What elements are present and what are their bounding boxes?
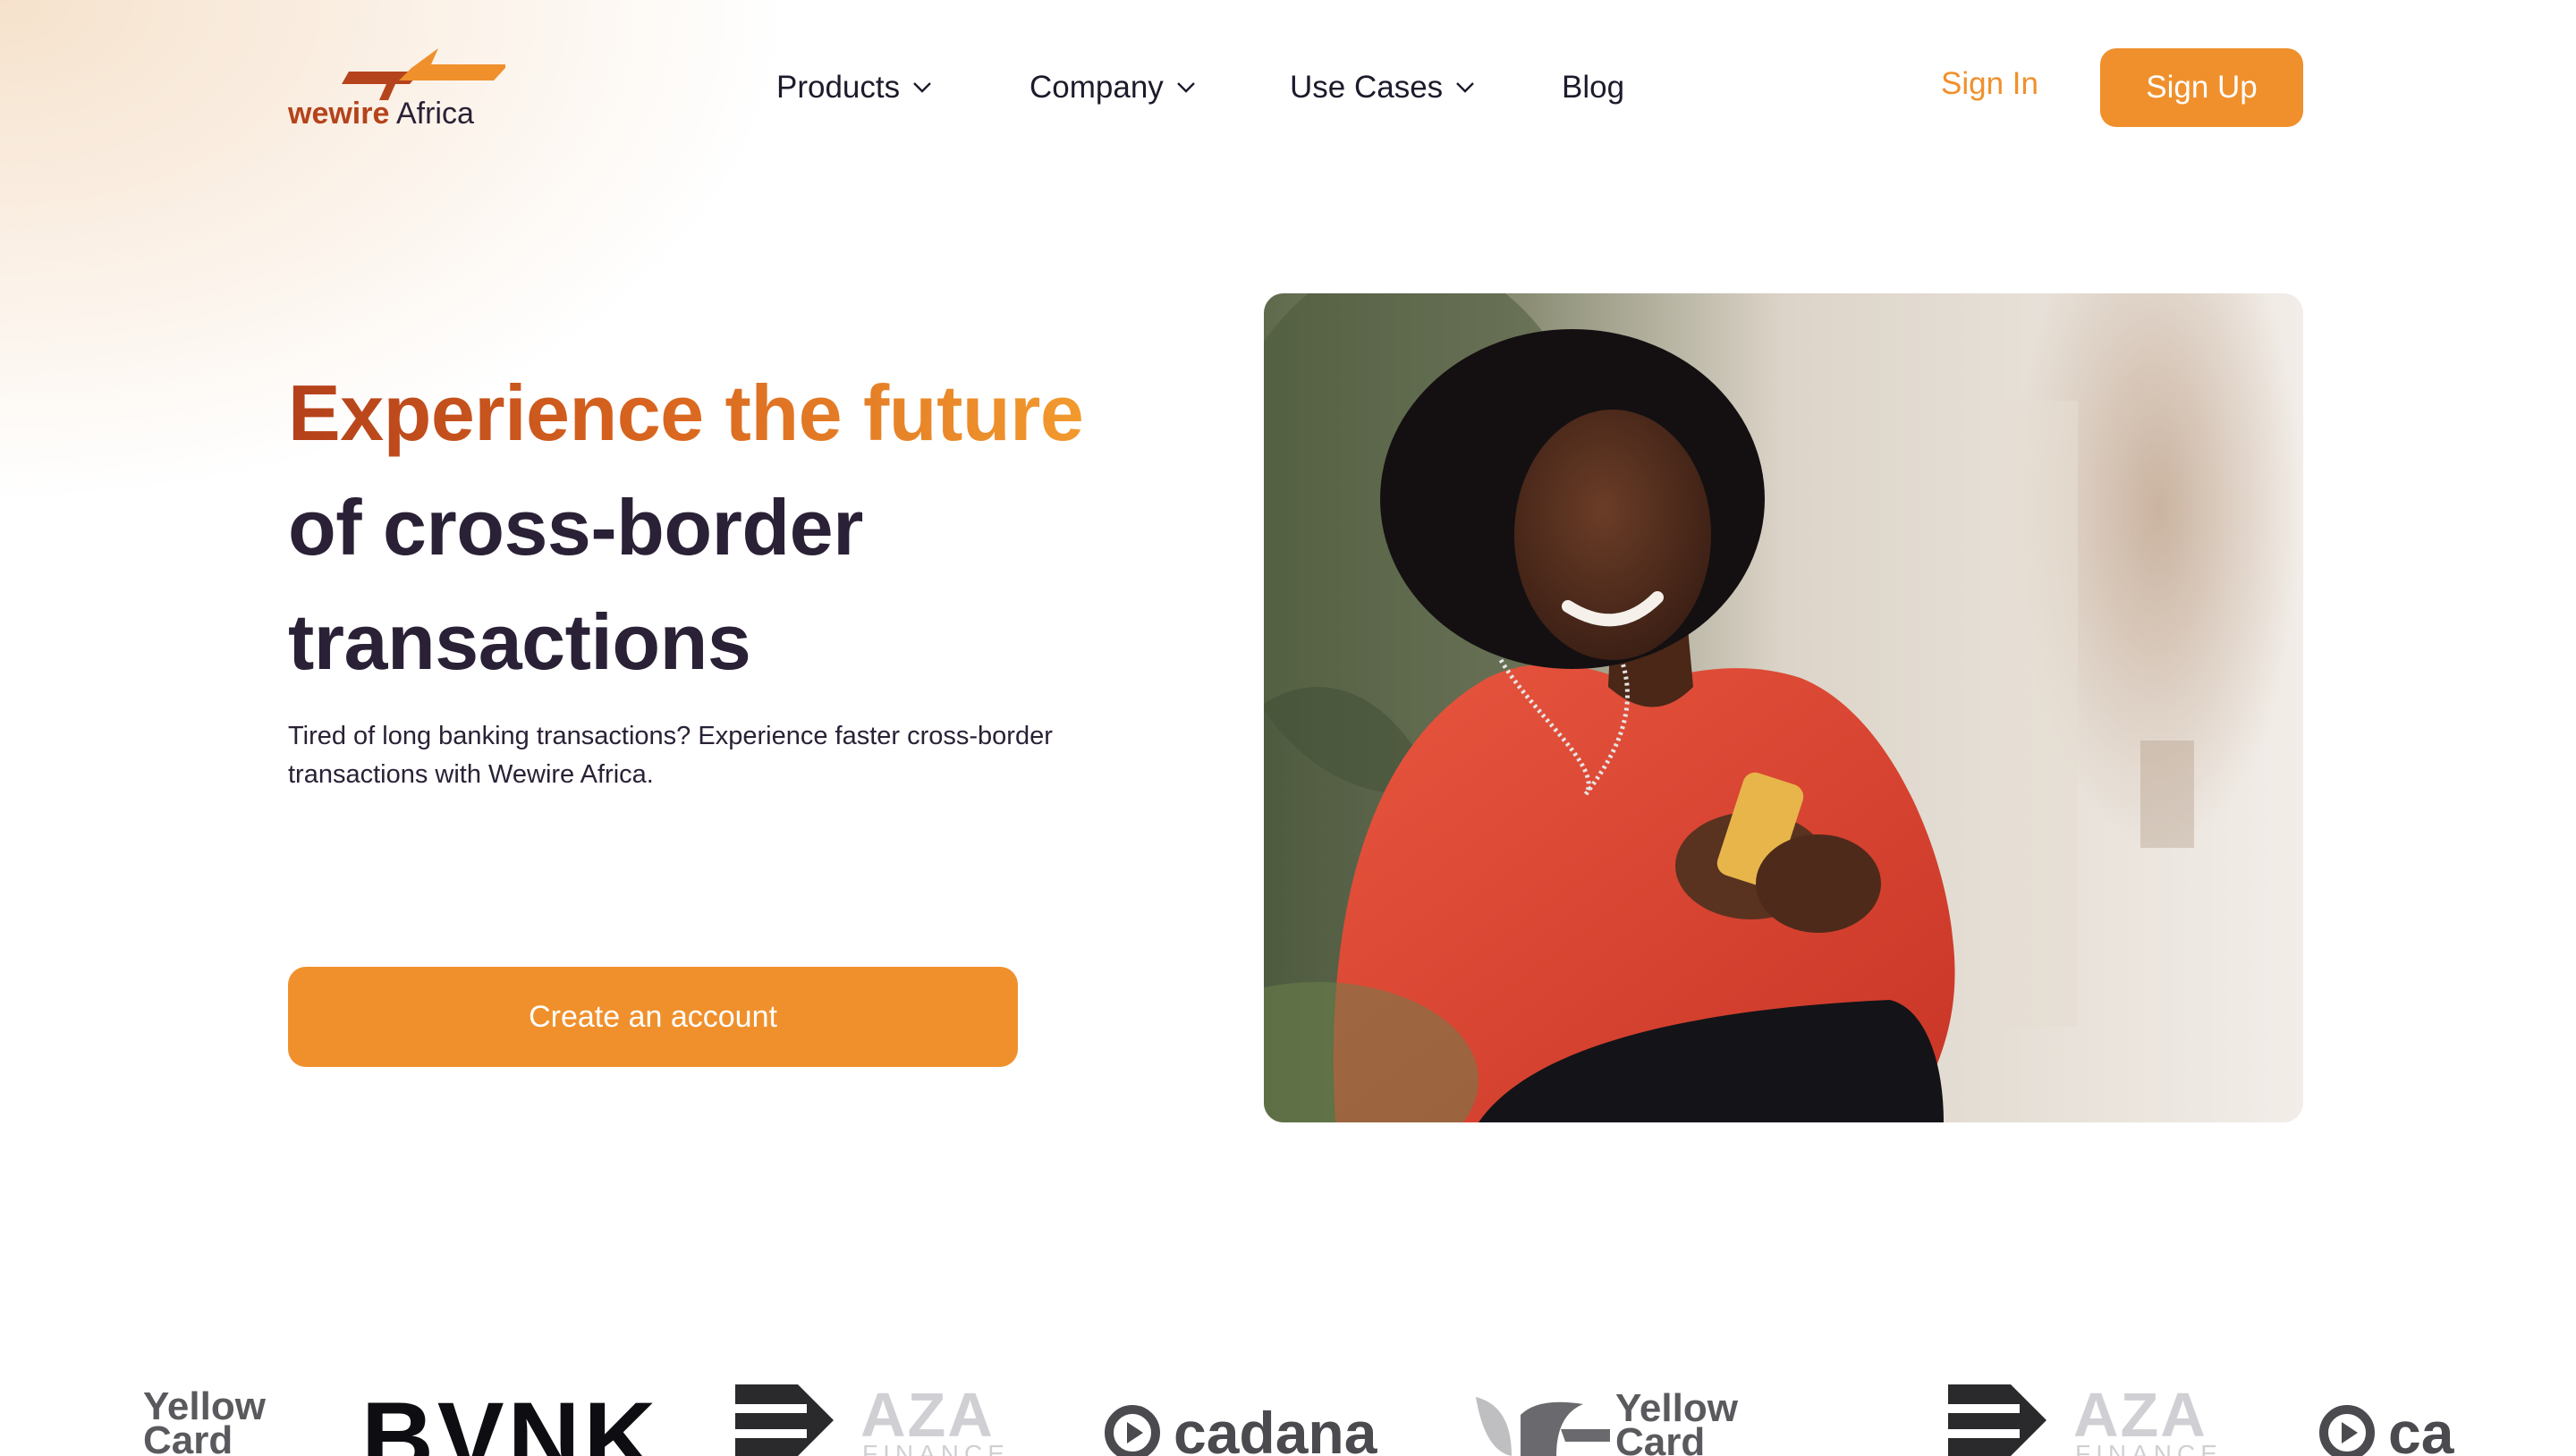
partner-logo-bvnk: BVNK — [361, 1342, 656, 1456]
sign-in-link[interactable]: Sign In — [1941, 66, 2038, 102]
chevron-down-icon — [913, 82, 931, 93]
partner-logo-aza-finance: AZA FINANCE — [735, 1342, 1004, 1456]
sign-up-button[interactable]: Sign Up — [2100, 48, 2303, 127]
logo-wordmark-wewire: wewire — [288, 97, 390, 131]
hero-photo — [1264, 293, 2303, 1122]
hero-subtitle: Tired of long banking transactions? Expe… — [288, 722, 1053, 789]
hero-title-line2: of cross-border — [288, 483, 863, 571]
nav-products-label: Products — [776, 70, 901, 105]
logo-mark-icon — [342, 48, 505, 100]
hero-title-highlight: Experience the future — [288, 368, 1084, 457]
partner-name: BVNK — [361, 1382, 660, 1456]
partner-subname: FINANCE — [2075, 1440, 2223, 1456]
partner-name: cadana — [1174, 1400, 1377, 1456]
create-account-button[interactable]: Create an account — [288, 967, 1018, 1067]
chevron-down-icon — [1456, 82, 1475, 93]
partner-logo-yellow-card: Yellow Card — [143, 1342, 268, 1456]
partner-logo-yellow-card: Yellow Card — [1476, 1342, 1762, 1456]
partner-logos-strip: Yellow Card BVNK AZA FINANCE cadana Yello… — [0, 1342, 2576, 1456]
partner-name: ca — [2388, 1400, 2454, 1456]
nav-use-cases[interactable]: Use Cases — [1290, 64, 1475, 111]
partner-logo-cadana: ca — [2318, 1342, 2462, 1456]
logo-wordmark-africa: Africa — [395, 97, 474, 131]
cadana-play-icon — [1105, 1405, 1160, 1456]
nav-blog-label: Blog — [1562, 70, 1625, 105]
partner-logo-cadana: cadana — [1104, 1342, 1399, 1456]
nav-use-cases-label: Use Cases — [1290, 70, 1444, 105]
chevron-down-icon — [1176, 82, 1195, 93]
aza-chevron-icon — [735, 1384, 834, 1456]
nav-products[interactable]: Products — [776, 64, 932, 111]
hero-title-line3: transactions — [288, 597, 751, 686]
partner-subname: FINANCE — [862, 1440, 1010, 1456]
nav-company-label: Company — [1030, 70, 1164, 105]
partner-name: Yellow Card — [143, 1384, 266, 1456]
partner-logo-aza-finance: AZA FINANCE — [1948, 1342, 2217, 1456]
aza-chevron-icon — [1948, 1384, 2046, 1456]
nav-blog[interactable]: Blog — [1562, 64, 1624, 111]
yellow-card-mark-icon — [1476, 1397, 1610, 1456]
top-nav: wewire Africa Products Company Use Cases… — [0, 0, 2576, 179]
nav-company[interactable]: Company — [1030, 64, 1196, 111]
cadana-play-icon — [2319, 1405, 2375, 1456]
smiling-woman-with-phone-photo — [1264, 293, 2303, 1122]
partner-name: Yellow Card — [1615, 1386, 1738, 1456]
wewire-logo[interactable]: wewire Africa — [286, 47, 510, 136]
hero-title: Experience the future of cross-border tr… — [288, 356, 1182, 699]
